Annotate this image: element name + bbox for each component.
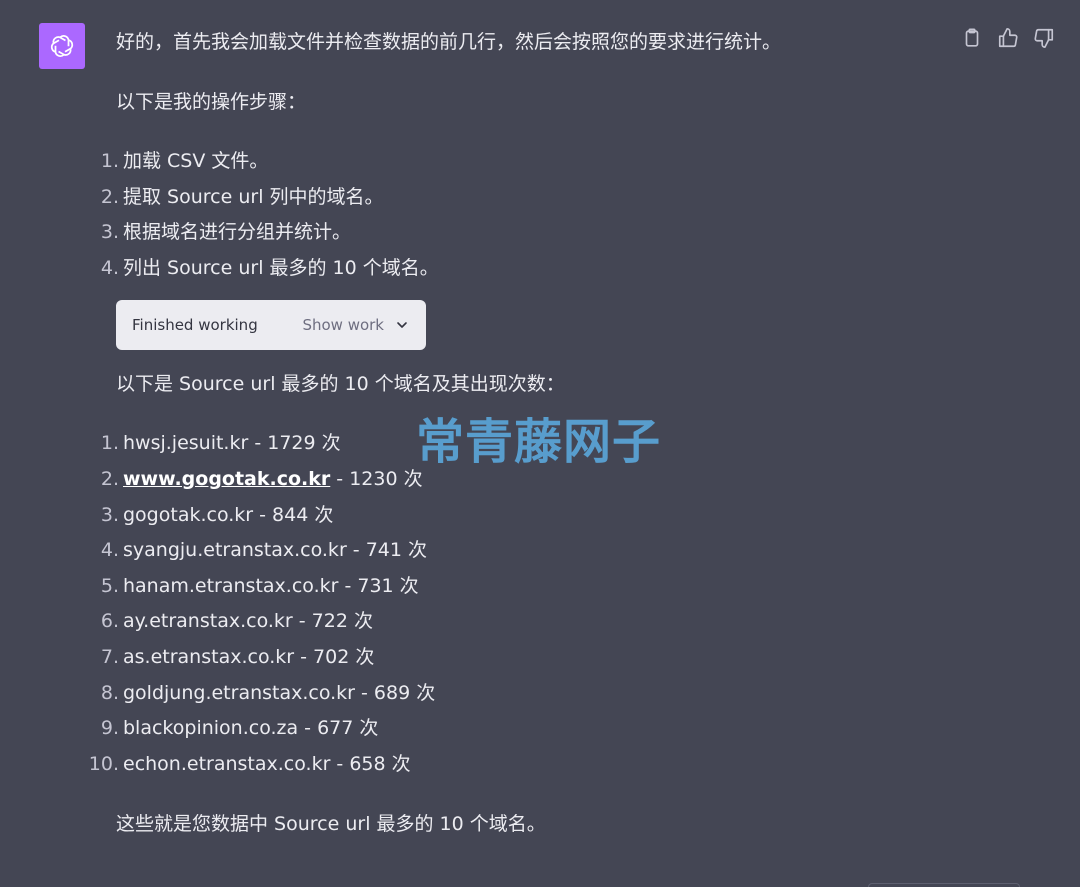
steps-heading: 以下是我的操作步骤： [116, 91, 307, 113]
list-item: 5. hanam.etranstax.co.kr - 731 次 [101, 569, 916, 605]
list-item: 2. 提取 Source url 列中的域名。 [101, 180, 916, 216]
list-item: 10. echon.etranstax.co.kr - 658 次 [89, 747, 916, 783]
list-number: 6. [100, 610, 119, 633]
list-item: 8. goldjung.etranstax.co.kr - 689 次 [101, 676, 916, 712]
list-number: 5. [100, 574, 119, 597]
domain-text: blackopinion.co.za [123, 717, 299, 740]
count-text: - 702 次 [294, 645, 375, 668]
domain-text: syangju.etranstax.co.kr [123, 539, 347, 562]
domain-text: goldjung.etranstax.co.kr [123, 681, 355, 704]
step-text: 根据域名进行分组并统计。 [123, 221, 352, 244]
thumbs-down-icon [1034, 28, 1054, 48]
chevron-down-icon [397, 322, 407, 329]
list-number: 1. [100, 150, 119, 172]
list-number: 4. [100, 256, 119, 279]
count-text: - 1230 次 [330, 467, 423, 490]
list-number: 9. [100, 717, 119, 740]
list-item: 4. syangju.etranstax.co.kr - 741 次 [101, 533, 916, 569]
list-number: 3. [100, 503, 119, 526]
list-number: 2. [100, 467, 119, 490]
domain-text: hwsj.jesuit.kr [123, 432, 249, 455]
thumbs-up-icon [998, 28, 1018, 48]
list-number: 4. [100, 539, 119, 562]
list-number: 3. [100, 221, 119, 244]
show-work-button[interactable]: Show work [302, 307, 410, 343]
domain-text: hanam.etranstax.co.kr [123, 574, 339, 597]
domain-text: echon.etranstax.co.kr [123, 752, 331, 775]
copy-button[interactable] [960, 26, 984, 50]
intro-text: 好的，首先我会加载文件并检查数据的前几行，然后会按照您的要求进行统计。 [116, 31, 782, 53]
steps-list: 1. 加载 CSV 文件。 2. 提取 Source url 列中的域名。 3. 根据… [101, 144, 916, 287]
count-text: - 731 次 [338, 574, 419, 597]
results-list: 1. hwsj.jesuit.kr - 1729 次 2. www.gogotak.… [89, 426, 916, 783]
list-item: 3. 根据域名进行分组并统计。 [101, 215, 916, 251]
step-text: 加载 CSV 文件。 [123, 150, 269, 172]
count-text: - 1729 次 [248, 432, 341, 455]
domain-text: gogotak.co.kr [123, 503, 254, 526]
count-text: - 658 次 [330, 752, 411, 775]
thumbs-up-button[interactable] [996, 26, 1020, 50]
assistant-avatar [39, 23, 85, 69]
step-text: 提取 Source url 列中的域名。 [123, 185, 384, 208]
count-text: - 689 次 [355, 681, 436, 704]
list-number: 1. [100, 432, 119, 455]
count-text: - 741 次 [346, 539, 428, 562]
domain-text: as.etranstax.co.kr [123, 645, 295, 668]
watermark: 常青藤网子 [416, 414, 662, 470]
list-number: 8. [100, 681, 119, 704]
message-actions [960, 26, 1056, 50]
list-item: 9. blackopinion.co.za - 677 次 [101, 711, 916, 747]
work-status-label: Finished working [132, 316, 258, 335]
count-text: - 677 次 [298, 717, 379, 740]
domain-text: ay.etranstax.co.kr [123, 610, 293, 633]
list-item: 4. 列出 Source url 最多的 10 个域名。 [101, 251, 916, 287]
clipboard-icon [965, 28, 979, 47]
show-work-label: Show work [302, 316, 384, 335]
list-item: 3. gogotak.co.kr - 844 次 [101, 498, 916, 534]
results-heading: 以下是 Source url 最多的 10 个域名及其出现次数： [116, 373, 565, 396]
count-text: - 844 次 [253, 503, 334, 526]
list-number: 10. [88, 752, 119, 775]
count-text: - 722 次 [292, 610, 373, 633]
step-text: 列出 Source url 最多的 10 个域名。 [123, 256, 439, 279]
conclusion-text: 这些就是您数据中 Source url 最多的 10 个域名。 [116, 813, 546, 836]
domain-link[interactable]: www.gogotak.co.kr [123, 468, 330, 490]
list-item: 7. as.etranstax.co.kr - 702 次 [101, 640, 916, 676]
openai-logo-icon [50, 35, 74, 57]
list-number: 7. [100, 645, 119, 668]
code-interpreter-status: Finished working Show work [116, 300, 426, 351]
thumbs-down-button[interactable] [1032, 26, 1056, 50]
list-item: 6. ay.etranstax.co.kr - 722 次 [101, 604, 916, 640]
list-number: 2. [100, 185, 119, 208]
list-item: 1. 加载 CSV 文件。 [101, 144, 916, 180]
scroll-to-bottom-edge [868, 883, 1020, 887]
